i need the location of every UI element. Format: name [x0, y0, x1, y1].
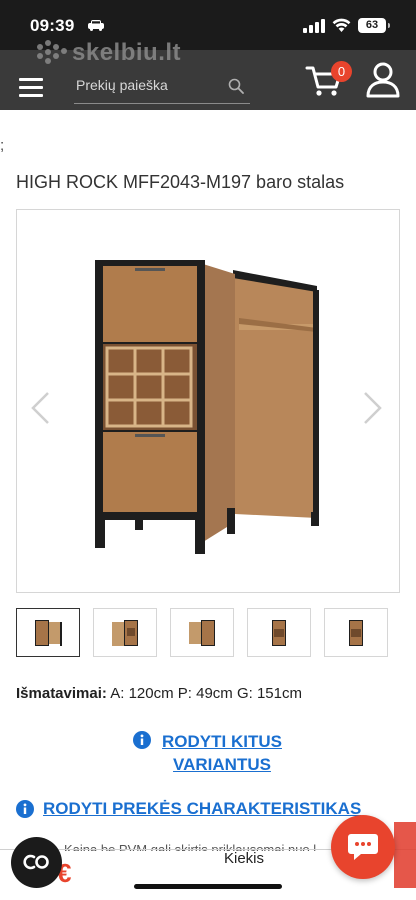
menu-button[interactable] — [19, 78, 43, 98]
previous-image-arrow-icon[interactable] — [29, 391, 51, 425]
info-icon — [16, 800, 34, 818]
thumbnail-image — [112, 619, 138, 646]
chat-button[interactable] — [331, 815, 395, 879]
cellular-signal-icon — [303, 19, 325, 33]
co-logo-icon — [23, 854, 49, 870]
dimensions-label: Išmatavimai: — [16, 685, 107, 702]
bar-table-illustration — [95, 260, 319, 554]
battery-indicator: 63 — [358, 18, 386, 33]
thumbnail-4[interactable] — [247, 608, 311, 657]
thumbnail-image — [349, 619, 363, 646]
battery-tip — [388, 23, 390, 28]
wifi-icon — [332, 18, 351, 32]
add-to-cart-edge[interactable] — [394, 822, 416, 888]
hamburger-line — [19, 94, 43, 97]
thumbnail-3[interactable] — [170, 608, 234, 657]
thumbnail-1[interactable] — [16, 608, 80, 657]
dimensions-value: A: 120cm P: 49cm G: 151cm — [106, 685, 302, 702]
thumbnail-image — [35, 619, 62, 646]
status-time: 09:39 — [30, 16, 75, 35]
hamburger-line — [19, 86, 43, 89]
thumbnail-strip — [16, 608, 388, 657]
logo-text: skelbiu.lt — [72, 39, 182, 66]
thumbnail-image — [272, 619, 286, 646]
next-image-arrow-icon[interactable] — [362, 391, 384, 425]
show-other-variants-link[interactable]: RODYTI KITUS VARIANTUS — [152, 730, 292, 776]
search-placeholder: Prekių paieška — [76, 77, 168, 93]
user-icon[interactable] — [366, 62, 400, 98]
site-logo[interactable]: skelbiu.lt — [34, 39, 181, 67]
product-dimensions: Išmatavimai: A: 120cm P: 49cm G: 151cm — [16, 685, 302, 702]
search-icon[interactable] — [228, 78, 244, 94]
home-indicator[interactable] — [134, 884, 282, 889]
chat-bubble-icon — [348, 834, 378, 860]
hamburger-line — [19, 78, 43, 81]
stray-character: ; — [0, 137, 5, 154]
car-icon — [88, 20, 104, 31]
consent-button[interactable] — [11, 837, 62, 888]
info-icon — [133, 731, 151, 749]
thumbnail-5[interactable] — [324, 608, 388, 657]
cart-count-badge[interactable]: 0 — [331, 61, 352, 82]
show-specs-link[interactable]: RODYTI PREKĖS CHARAKTERISTIKAS — [43, 799, 361, 819]
quantity-label: Kiekis — [224, 850, 265, 867]
thumbnail-image — [189, 619, 215, 646]
product-main-image[interactable] — [16, 209, 400, 593]
search-input[interactable]: Prekių paieška — [74, 64, 250, 104]
logo-dots-icon — [37, 40, 67, 64]
product-title: HIGH ROCK MFF2043-M197 baro stalas — [16, 172, 345, 192]
thumbnail-2[interactable] — [93, 608, 157, 657]
